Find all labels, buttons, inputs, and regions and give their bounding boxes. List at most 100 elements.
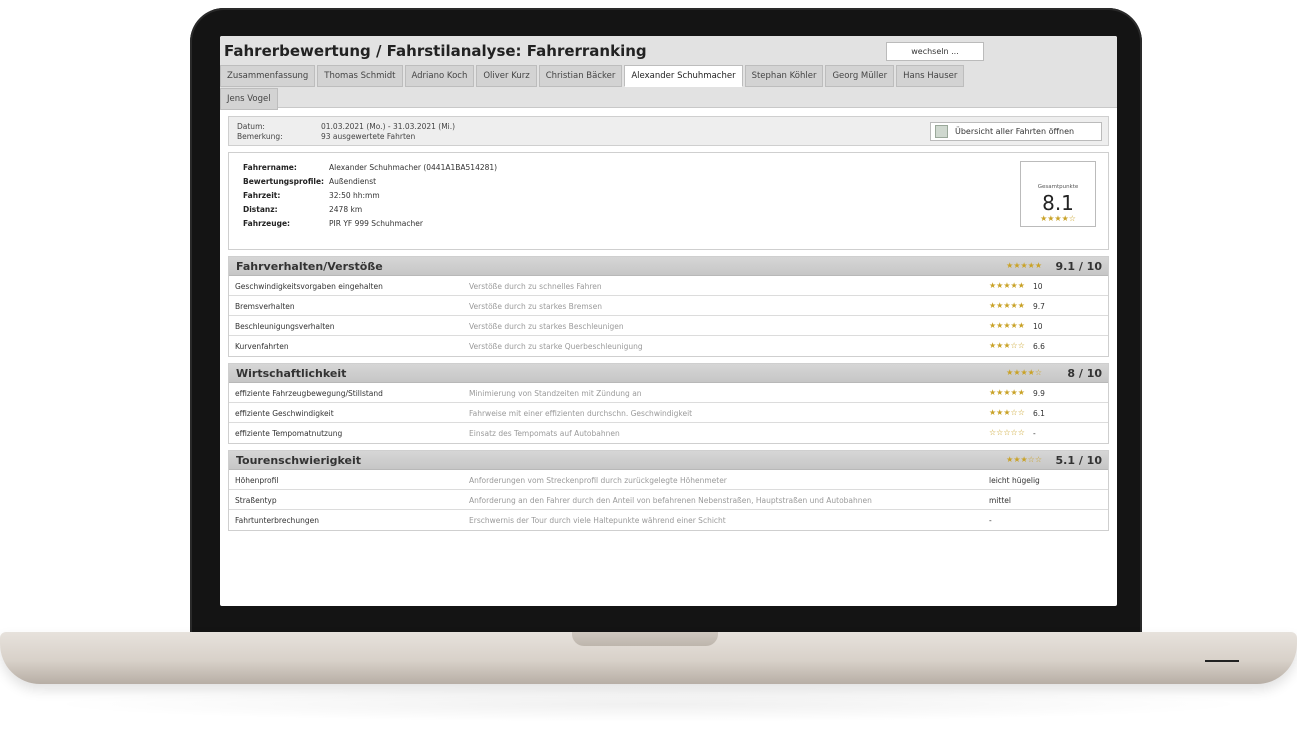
row-name: Beschleunigungsverhalten: [235, 322, 335, 331]
section-tour-difficulty: Tourenschwierigkeit ★★★☆☆ 5.1 / 10 Höhen…: [228, 450, 1109, 531]
floor-shadow: [40, 686, 1257, 722]
tab-hans-hauser[interactable]: Hans Hauser: [896, 65, 965, 87]
open-all-trips-button[interactable]: Übersicht aller Fahrten öffnen: [930, 122, 1102, 141]
section-header: Wirtschaftlichkeit ★★★★☆ 8 / 10: [229, 364, 1108, 383]
section-score: 5.1 / 10: [1055, 454, 1102, 467]
row-stars: ☆☆☆☆☆: [989, 428, 1025, 437]
switch-button[interactable]: wechseln ...: [886, 42, 984, 61]
row-value: leicht hügelig: [989, 476, 1040, 485]
row-desc: Minimierung von Standzeiten mit Zündung …: [469, 389, 642, 398]
row-value: -: [1033, 429, 1036, 438]
page-header: Fahrerbewertung / Fahrstilanalyse: Fahre…: [220, 36, 1117, 111]
vehicle-label: Fahrzeuge:: [243, 219, 291, 228]
tab-jens-vogel[interactable]: Jens Vogel: [220, 88, 278, 110]
table-row: Geschwindigkeitsvorgaben eingehalten Ver…: [229, 276, 1108, 296]
driver-name-value: Alexander Schuhmacher (0441A1BA514281): [329, 163, 498, 172]
section-title: Tourenschwierigkeit: [236, 454, 362, 467]
total-score-value: 8.1: [1042, 191, 1074, 215]
section-score: 8 / 10: [1067, 367, 1102, 380]
drive-time-label: Fahrzeit:: [243, 191, 281, 200]
table-row: Fahrtunterbrechungen Erschwernis der Tou…: [229, 510, 1108, 530]
row-desc: Fahrweise mit einer effizienten durchsch…: [469, 409, 693, 418]
section-stars: ★★★☆☆: [1006, 455, 1042, 464]
tab-row-1: Zusammenfassung Thomas Schmidt Adriano K…: [220, 65, 1117, 87]
row-name: effiziente Tempomatnutzung: [235, 429, 343, 438]
row-stars: ★★★★★: [989, 281, 1025, 290]
table-row: Höhenprofil Anforderungen vom Streckenpr…: [229, 470, 1108, 490]
row-value: -: [989, 516, 992, 525]
row-value: mittel: [989, 496, 1011, 505]
note-value: 93 ausgewertete Fahrten: [321, 132, 416, 141]
tab-row-2: Jens Vogel: [220, 88, 1117, 110]
page-title: Fahrerbewertung / Fahrstilanalyse: Fahre…: [224, 42, 647, 60]
row-desc: Erschwernis der Tour durch viele Haltepu…: [469, 516, 726, 525]
main-content: Datum: 01.03.2021 (Mo.) - 31.03.2021 (Mi…: [228, 116, 1109, 531]
vehicle-value: PIR YF 999 Schuhmacher: [329, 219, 423, 228]
row-name: Straßentyp: [235, 496, 277, 505]
row-desc: Verstöße durch zu starkes Beschleunigen: [469, 322, 624, 331]
profile-label: Bewertungsprofile:: [243, 177, 325, 186]
table-icon: [935, 125, 948, 138]
tab-georg-mueller[interactable]: Georg Müller: [825, 65, 895, 87]
row-name: Fahrtunterbrechungen: [235, 516, 319, 525]
section-stars: ★★★★☆: [1006, 368, 1042, 377]
table-row: Kurvenfahrten Verstöße durch zu starke Q…: [229, 336, 1108, 356]
table-row: Bremsverhalten Verstöße durch zu starkes…: [229, 296, 1108, 316]
row-name: Geschwindigkeitsvorgaben eingehalten: [235, 282, 383, 291]
row-desc: Verstöße durch zu starkes Bremsen: [469, 302, 602, 311]
row-name: effiziente Geschwindigkeit: [235, 409, 334, 418]
laptop-notch: [572, 632, 718, 646]
driver-name-label: Fahrername:: [243, 163, 297, 172]
date-label: Datum:: [237, 122, 265, 131]
drive-time-value: 32:50 hh:mm: [329, 191, 380, 200]
distance-value: 2478 km: [329, 205, 363, 214]
section-economy: Wirtschaftlichkeit ★★★★☆ 8 / 10 effizien…: [228, 363, 1109, 444]
row-desc: Einsatz des Tempomats auf Autobahnen: [469, 429, 620, 438]
section-header: Fahrverhalten/Verstöße ★★★★★ 9.1 / 10: [229, 257, 1108, 276]
note-label: Bemerkung:: [237, 132, 283, 141]
row-desc: Verstöße durch zu schnelles Fahren: [469, 282, 602, 291]
total-score-stars: ★★★★☆: [1040, 214, 1076, 223]
profile-value: Außendienst: [329, 177, 377, 186]
section-header: Tourenschwierigkeit ★★★☆☆ 5.1 / 10: [229, 451, 1108, 470]
distance-label: Distanz:: [243, 205, 278, 214]
driver-tabs: Zusammenfassung Thomas Schmidt Adriano K…: [220, 65, 1117, 111]
tab-christian-baecker[interactable]: Christian Bäcker: [538, 65, 623, 87]
row-stars: ★★★☆☆: [989, 408, 1025, 417]
row-value: 10: [1033, 322, 1043, 331]
total-score-box: Gesamtpunkte 8.1 ★★★★☆: [1020, 161, 1096, 227]
row-stars: ★★★★★: [989, 321, 1025, 330]
row-desc: Verstöße durch zu starke Querbeschleunig…: [469, 342, 643, 351]
row-value: 9.9: [1033, 389, 1045, 398]
table-row: Straßentyp Anforderung an den Fahrer dur…: [229, 490, 1108, 510]
row-value: 9.7: [1033, 302, 1045, 311]
section-driving-behavior: Fahrverhalten/Verstöße ★★★★★ 9.1 / 10 Ge…: [228, 256, 1109, 357]
row-name: Kurvenfahrten: [235, 342, 289, 351]
row-desc: Anforderung an den Fahrer durch den Ante…: [469, 496, 872, 505]
row-name: effiziente Fahrzeugbewegung/Stillstand: [235, 389, 383, 398]
tab-stephan-koehler[interactable]: Stephan Köhler: [744, 65, 824, 87]
date-value: 01.03.2021 (Mo.) - 31.03.2021 (Mi.): [321, 122, 456, 131]
table-row: effiziente Fahrzeugbewegung/Stillstand M…: [229, 383, 1108, 403]
total-score-label: Gesamtpunkte: [1037, 184, 1079, 190]
section-stars: ★★★★★: [1006, 261, 1042, 270]
laptop-base-line: [1205, 660, 1239, 662]
tab-oliver-kurz[interactable]: Oliver Kurz: [476, 65, 537, 87]
section-score: 9.1 / 10: [1055, 260, 1102, 273]
row-stars: ★★★☆☆: [989, 341, 1025, 350]
tab-zusammenfassung[interactable]: Zusammenfassung: [220, 65, 316, 87]
section-title: Fahrverhalten/Verstöße: [236, 260, 383, 273]
laptop-base: [0, 632, 1297, 684]
row-desc: Anforderungen vom Streckenprofil durch z…: [469, 476, 727, 485]
table-row: Beschleunigungsverhalten Verstöße durch …: [229, 316, 1108, 336]
tab-alexander-schuhmacher[interactable]: Alexander Schuhmacher: [624, 65, 743, 87]
row-name: Höhenprofil: [235, 476, 279, 485]
row-value: 10: [1033, 282, 1043, 291]
row-value: 6.1: [1033, 409, 1045, 418]
tab-adriano-koch[interactable]: Adriano Koch: [404, 65, 475, 87]
table-row: effiziente Tempomatnutzung Einsatz des T…: [229, 423, 1108, 443]
tab-thomas-schmidt[interactable]: Thomas Schmidt: [317, 65, 403, 87]
row-stars: ★★★★★: [989, 388, 1025, 397]
driver-details: Fahrername: Alexander Schuhmacher (0441A…: [228, 152, 1109, 250]
row-value: 6.6: [1033, 342, 1045, 351]
